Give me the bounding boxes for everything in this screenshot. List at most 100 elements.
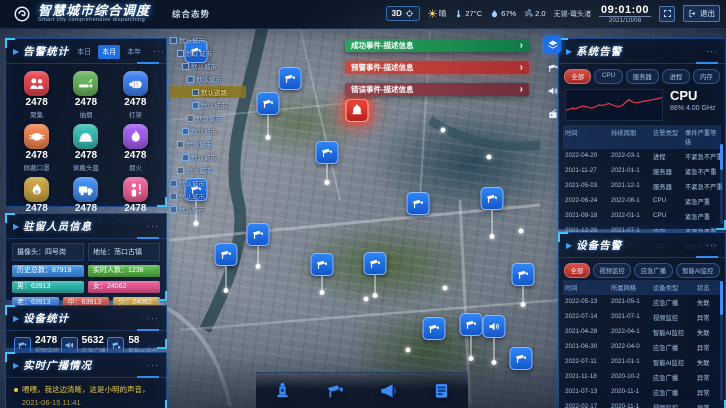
layer-tree-item[interactable]: 默认城市 [170, 47, 246, 59]
more-options-icon[interactable]: ··· [706, 47, 718, 56]
poi-dot[interactable] [487, 155, 492, 160]
more-options-icon[interactable]: ··· [706, 241, 718, 250]
layer-checkbox[interactable] [170, 206, 177, 213]
layer-tree-item[interactable]: 默认城市 [170, 60, 246, 72]
table-row[interactable]: 2022-07-11 2021-01-1 智能AI监控 失联 [563, 355, 721, 370]
layer-tree-item[interactable]: 默认城市 [170, 125, 246, 137]
map-tool-button[interactable] [544, 82, 561, 99]
layer-checkbox[interactable] [170, 180, 177, 187]
camera-marker[interactable] [510, 347, 533, 370]
filter-tab[interactable]: 服务器 [626, 69, 660, 84]
layer-checkbox[interactable] [177, 50, 184, 57]
event-card[interactable]: 预警事件-描述信息 › [345, 61, 529, 74]
map-tool-button[interactable] [544, 36, 561, 53]
fullscreen-button[interactable] [659, 6, 675, 22]
layer-tree-item[interactable]: 默认城市 [170, 138, 246, 150]
camera-marker[interactable] [316, 141, 339, 185]
scrollbar[interactable] [720, 144, 723, 224]
table-row[interactable]: 2021-11-27 2021-01-1 服务器 紧急不严重 [563, 164, 721, 179]
dock-tool-button[interactable] [374, 377, 404, 405]
layer-tree-item[interactable]: 默认城市 [170, 99, 246, 111]
layer-tree-item[interactable]: 默认城市 [170, 190, 246, 202]
table-row[interactable]: 2022-02-17 2020-11-1 视频监控 异常 [563, 400, 721, 408]
table-row[interactable]: 2021-09-18 2022-01-1 CPU 紧急严重 [563, 209, 721, 224]
dock-tool-button[interactable] [268, 377, 298, 405]
camera-marker[interactable] [311, 253, 334, 295]
speaker-marker[interactable] [483, 315, 506, 365]
layer-checkbox[interactable] [182, 128, 189, 135]
layer-tree-item[interactable]: 默认城市 [170, 34, 246, 46]
alarm-stat-item[interactable]: 2478 佩戴头盔 [61, 124, 110, 172]
filter-tab[interactable]: CPU [594, 69, 622, 84]
layer-checkbox[interactable] [187, 115, 194, 122]
poi-dot[interactable] [519, 229, 524, 234]
tab-comprehensive-situation[interactable]: 综合态势 [172, 8, 210, 20]
period-tab[interactable]: 本月 [98, 45, 120, 59]
table-row[interactable]: 2022-06-24 2022-08-1 CPU 紧急严重 [563, 194, 721, 209]
layer-tree-item[interactable]: 默认城市 [170, 151, 246, 163]
table-row[interactable]: 2022-04-20 2022-03-1 进程 不紧急不严重 [563, 149, 721, 164]
more-options-icon[interactable]: ··· [147, 222, 159, 231]
layer-tree-item[interactable]: 默认城市 [170, 177, 246, 189]
layer-checkbox[interactable] [192, 89, 199, 96]
layer-tree-item[interactable]: 默认城市 [170, 112, 246, 124]
filter-tab[interactable]: 视频监控 [593, 263, 631, 278]
table-row[interactable]: 2022-07-14 2021-07-1 视频监控 异常 [563, 310, 721, 325]
filter-tab[interactable]: 应急广播 [634, 263, 672, 278]
table-row[interactable]: 2021-05-03 2021-12-1 服务器 不紧急不严重 [563, 179, 721, 194]
alarm-stat-item[interactable]: 2478 打架 [111, 71, 160, 119]
more-options-icon[interactable]: ··· [147, 361, 159, 370]
layer-checkbox[interactable] [187, 76, 194, 83]
camera-marker[interactable] [364, 252, 387, 298]
layer-checkbox[interactable] [170, 37, 177, 44]
layer-tree-item[interactable]: 默认城市 [170, 73, 246, 85]
layer-checkbox[interactable] [182, 63, 189, 70]
event-card[interactable]: 错误事件-描述信息 › [345, 83, 529, 96]
period-tab[interactable]: 本年 [123, 45, 145, 59]
dock-tool-button[interactable] [427, 377, 457, 405]
more-options-icon[interactable]: ··· [147, 314, 159, 323]
layer-tree-item[interactable]: 默认道路 [170, 86, 246, 98]
alert-marker[interactable] [346, 99, 369, 122]
dock-tool-button[interactable] [321, 377, 351, 405]
camera-marker[interactable] [257, 92, 280, 140]
table-row[interactable]: 2022-05-13 2021-05-1 应急广播 失联 [563, 295, 721, 310]
scrollbar[interactable] [720, 281, 723, 401]
camera-marker[interactable] [460, 313, 483, 361]
alarm-stat-item[interactable]: 2478 聚集 [12, 71, 61, 119]
filter-tab[interactable]: 智能AI监控 [676, 263, 720, 278]
alarm-stat-item[interactable]: 2478 佩戴口罩 [12, 124, 61, 172]
alarm-stat-item[interactable]: 2478 烟火 [111, 124, 160, 172]
layer-tree-item[interactable]: 默认城市 [170, 203, 246, 215]
filter-tab[interactable]: 全部 [564, 263, 590, 278]
camera-marker[interactable] [407, 192, 430, 215]
event-card[interactable]: 成功事件-描述信息 › [345, 39, 529, 52]
layer-tree-item[interactable]: 默认城市 [170, 164, 246, 176]
view-3d-toggle[interactable]: 3D [386, 6, 420, 21]
table-row[interactable]: 2021-11-18 2020-10-2 应急广播 异常 [563, 370, 721, 385]
period-tab[interactable]: 本日 [73, 45, 95, 59]
camera-marker[interactable] [279, 67, 302, 90]
table-row[interactable]: 2021-07-13 2020-11-1 应急广播 异常 [563, 385, 721, 400]
poi-dot[interactable] [406, 348, 411, 353]
poi-dot[interactable] [443, 286, 448, 291]
camera-marker[interactable] [247, 223, 270, 269]
camera-marker[interactable] [215, 243, 238, 293]
map-tool-button[interactable] [544, 105, 561, 122]
filter-tab[interactable]: 全部 [564, 69, 591, 84]
poi-dot[interactable] [441, 128, 446, 133]
table-row[interactable]: 2021-04-28 2022-04-1 智能AI监控 失联 [563, 325, 721, 340]
camera-marker[interactable] [512, 263, 535, 307]
alarm-stat-item[interactable]: 2478 抽烟 [61, 71, 110, 119]
map-tool-button[interactable] [544, 59, 561, 76]
camera-marker[interactable] [481, 187, 504, 239]
more-options-icon[interactable]: ··· [153, 47, 165, 56]
layer-checkbox[interactable] [177, 141, 184, 148]
table-row[interactable]: 2021-06-30 2022-04-0 应急广播 异常 [563, 340, 721, 355]
layer-checkbox[interactable] [192, 102, 199, 109]
layer-checkbox[interactable] [177, 167, 184, 174]
filter-tab[interactable]: 进程 [662, 69, 689, 84]
layer-checkbox[interactable] [182, 154, 189, 161]
camera-marker[interactable] [423, 317, 446, 340]
layer-checkbox[interactable] [170, 193, 177, 200]
